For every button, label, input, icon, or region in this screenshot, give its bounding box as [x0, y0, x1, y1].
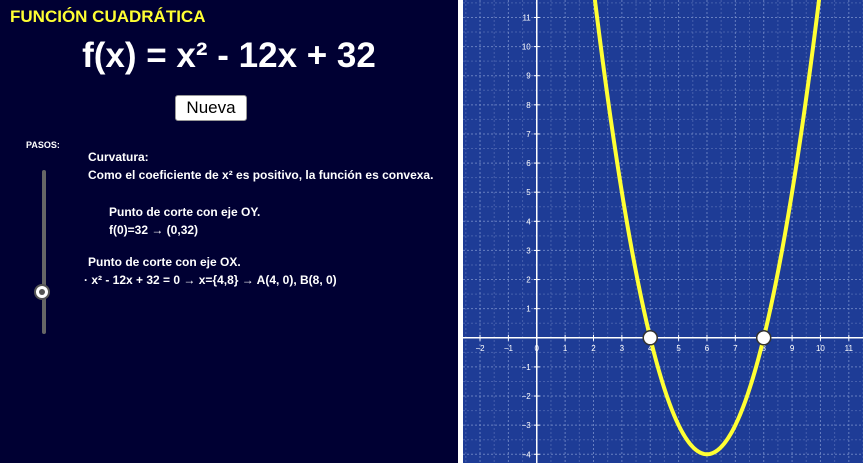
x-tick-label: 2 — [591, 344, 596, 353]
ox-title: Punto de corte con eje OX. — [88, 255, 241, 269]
x-tick-label: −1 — [504, 344, 514, 353]
x-tick-label: 5 — [676, 344, 681, 353]
function-graph[interactable]: −2 −1 0 1 2 3 4 5 6 7 8 9 10 11−4−3−2−11234567891011 — [463, 0, 863, 463]
x-tick-label: 11 — [845, 344, 854, 353]
y-tick-label: 5 — [526, 188, 531, 197]
x-tick-label: 6 — [705, 344, 710, 353]
y-tick-label: 3 — [526, 246, 531, 255]
y-tick-label: 1 — [526, 305, 531, 314]
function-formula: f(x) = x² - 12x + 32 — [82, 36, 376, 75]
root-point — [755, 330, 772, 346]
app-title: FUNCIÓN CUADRÁTICA — [10, 7, 206, 26]
control-panel: FUNCIÓN CUADRÁTICA f(x) = x² - 12x + 32 … — [0, 0, 458, 463]
curvature-text: Como el coeficiente de x² es positivo, l… — [88, 168, 434, 182]
x-tick-label: 1 — [563, 344, 568, 353]
y-tick-label: −4 — [522, 450, 532, 459]
y-tick-label: 9 — [526, 72, 531, 81]
x-tick-label: 9 — [790, 344, 795, 353]
x-tick-label: 0 — [535, 344, 540, 353]
y-tick-label: 11 — [522, 13, 531, 22]
y-tick-label: −1 — [522, 363, 532, 372]
new-function-button[interactable]: Nueva — [175, 95, 247, 121]
y-tick-label: 7 — [526, 130, 531, 139]
y-tick-label: −3 — [522, 421, 532, 430]
steps-label: PASOS: — [26, 140, 60, 150]
y-tick-label: −2 — [522, 392, 532, 401]
oy-text: f(0)=32 → (0,32) — [109, 223, 199, 237]
steps-slider-handle[interactable] — [34, 284, 50, 300]
oy-title: Punto de corte con eje OY. — [109, 205, 261, 219]
curvature-title: Curvatura: — [88, 150, 149, 164]
x-tick-label: 10 — [816, 344, 825, 353]
x-tick-label: 7 — [733, 344, 738, 353]
y-tick-label: 8 — [526, 101, 531, 110]
y-tick-label: 4 — [526, 217, 531, 226]
x-tick-label: 3 — [620, 344, 625, 353]
y-tick-label: 6 — [526, 159, 531, 168]
ox-text: · x² - 12x + 32 = 0 → x={4,8} → A(4, 0),… — [84, 273, 337, 287]
x-tick-label: −2 — [475, 344, 485, 353]
y-tick-label: 10 — [522, 43, 531, 52]
root-point — [642, 330, 658, 346]
y-tick-label: 2 — [526, 276, 531, 285]
steps-slider-track[interactable] — [42, 170, 46, 334]
